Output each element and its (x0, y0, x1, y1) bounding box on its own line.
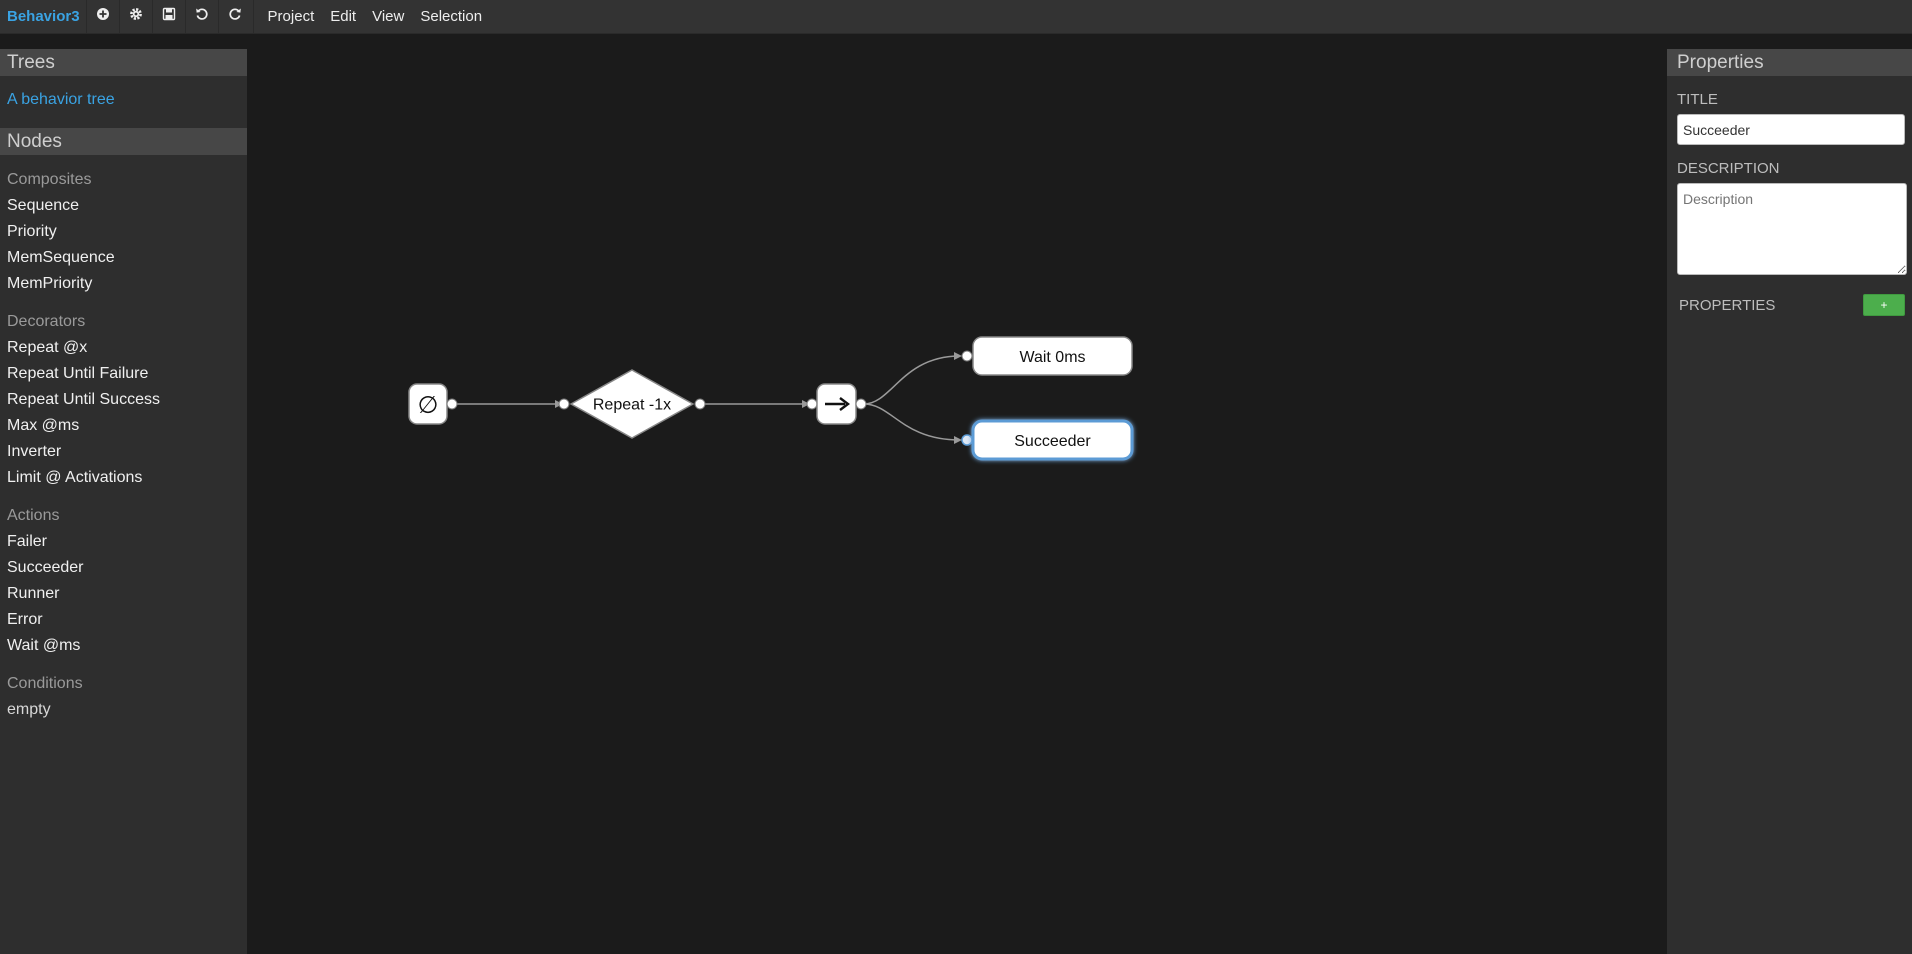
repeat-out-anchor (694, 398, 706, 410)
sequence-in-anchor (806, 398, 818, 410)
menu-edit[interactable]: Edit (322, 0, 364, 33)
gear-icon (129, 7, 143, 26)
tree-item[interactable]: A behavior tree (7, 88, 247, 112)
menu-project[interactable]: Project (260, 0, 323, 33)
root-node[interactable]: ∅ (408, 383, 458, 425)
root-out-anchor (446, 398, 458, 410)
node-item-sequence[interactable]: Sequence (0, 193, 247, 219)
repeat-node[interactable]: Repeat -1x (558, 369, 706, 439)
group-label: Decorators (7, 313, 86, 330)
undo-button[interactable] (184, 0, 218, 33)
tree-graph: ∅ Repeat -1x Wait 0ms Succeeder (408, 336, 1134, 461)
connection-root-repeat (455, 400, 563, 408)
succeeder-label: Succeeder (1014, 433, 1091, 450)
group-label: Conditions (7, 675, 83, 692)
connection-sequence-wait (863, 352, 962, 405)
save-icon (162, 7, 176, 26)
tree-canvas[interactable]: ∅ Repeat -1x Wait 0ms Succeeder (247, 34, 1666, 954)
connection-repeat-sequence (702, 400, 810, 408)
undo-icon (195, 7, 209, 26)
node-item-failer[interactable]: Failer (0, 529, 247, 555)
wait-in-anchor (961, 350, 973, 362)
node-item-succeeder[interactable]: Succeeder (0, 555, 247, 581)
group-label: Composites (7, 171, 92, 188)
group-actions: Actions Failer Succeeder Runner Error Wa… (0, 503, 247, 659)
title-input[interactable] (1677, 114, 1905, 145)
left-sidebar: Trees A behavior tree Nodes Composites S… (0, 49, 247, 954)
description-input[interactable] (1677, 183, 1907, 275)
add-property-button[interactable]: + (1863, 294, 1905, 316)
group-label: Actions (7, 507, 60, 524)
node-item-wait[interactable]: Wait @ms (0, 633, 247, 659)
wait-node[interactable]: Wait 0ms (961, 336, 1133, 376)
trees-list: A behavior tree (0, 76, 247, 128)
properties-row: PROPERTIES + (1667, 294, 1912, 316)
connection-sequence-succeeder (863, 403, 962, 444)
app-logo[interactable]: Behavior3 (0, 0, 86, 33)
repeat-in-anchor (558, 398, 570, 410)
group-composites: Composites Sequence Priority MemSequence… (0, 167, 247, 297)
root-symbol: ∅ (418, 391, 439, 419)
description-label: DESCRIPTION (1677, 160, 1780, 177)
sequence-node[interactable] (806, 383, 867, 425)
group-conditions: Conditions empty (0, 671, 247, 723)
top-toolbar: Behavior3 Project Edit View Selection (0, 0, 1912, 34)
add-circle-icon (96, 7, 110, 26)
node-item-mempriority[interactable]: MemPriority (0, 271, 247, 297)
node-item-priority[interactable]: Priority (0, 219, 247, 245)
repeat-label: Repeat -1x (593, 397, 671, 414)
title-label: TITLE (1677, 91, 1718, 108)
node-item-repeat-until-failure[interactable]: Repeat Until Failure (0, 361, 247, 387)
menu-view[interactable]: View (364, 0, 412, 33)
node-item-inverter[interactable]: Inverter (0, 439, 247, 465)
group-decorators: Decorators Repeat @x Repeat Until Failur… (0, 309, 247, 491)
trees-header: Trees (0, 49, 247, 76)
nodes-header: Nodes (0, 128, 247, 155)
properties-header: Properties (1667, 49, 1912, 76)
menu-selection[interactable]: Selection (412, 0, 490, 33)
properties-panel: Properties TITLE DESCRIPTION PROPERTIES … (1667, 49, 1912, 954)
settings-button[interactable] (118, 0, 152, 33)
sequence-out-anchor (855, 398, 867, 410)
redo-button[interactable] (217, 0, 251, 33)
node-item-error[interactable]: Error (0, 607, 247, 633)
succeeder-in-anchor (961, 434, 973, 446)
new-tree-button[interactable] (85, 0, 119, 33)
node-item-repeat[interactable]: Repeat @x (0, 335, 247, 361)
succeeder-node[interactable]: Succeeder (961, 419, 1134, 461)
redo-icon (228, 7, 242, 26)
node-item-limit-activations[interactable]: Limit @ Activations (0, 465, 247, 491)
node-item-memsequence[interactable]: MemSequence (0, 245, 247, 271)
save-button[interactable] (151, 0, 185, 33)
node-item-repeat-until-success[interactable]: Repeat Until Success (0, 387, 247, 413)
properties-label: PROPERTIES (1679, 296, 1776, 314)
node-item-runner[interactable]: Runner (0, 581, 247, 607)
node-item-max-ms[interactable]: Max @ms (0, 413, 247, 439)
node-item-empty: empty (7, 701, 51, 718)
menu-bar: Project Edit View Selection (252, 0, 491, 33)
wait-label: Wait 0ms (1019, 349, 1085, 366)
